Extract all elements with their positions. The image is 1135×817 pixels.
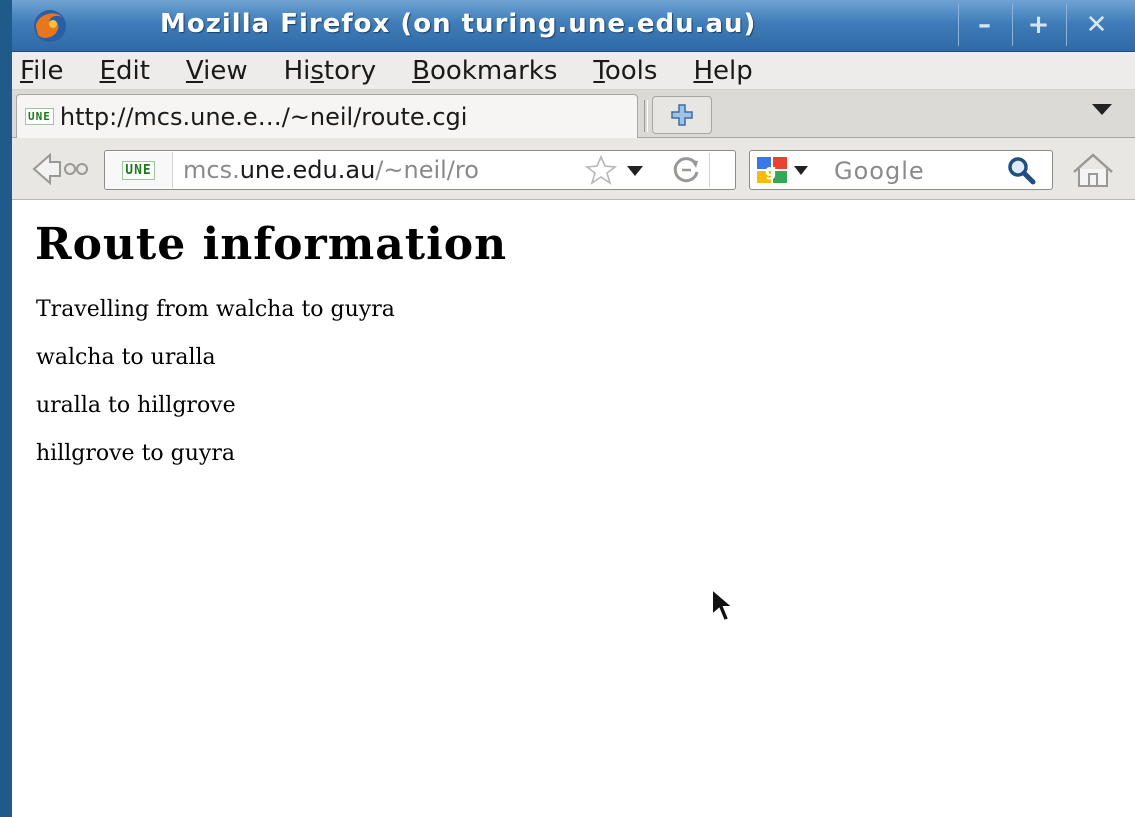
title-bar[interactable]: Mozilla Firefox (on turing.une.edu.au) –… — [0, 0, 1135, 52]
firefox-icon[interactable] — [30, 7, 70, 45]
tab-separator — [644, 100, 648, 132]
close-button[interactable]: ✕ — [1066, 4, 1126, 46]
browser-window: Mozilla Firefox (on turing.une.edu.au) –… — [0, 0, 1135, 817]
route-leg-line: walcha to uralla — [36, 345, 216, 370]
tab-bar: UNE http://mcs.une.e…/~neil/route.cgi — [12, 90, 1135, 138]
menu-label-rest: iew — [203, 55, 248, 86]
route-leg-line: uralla to hillgrove — [36, 393, 236, 418]
menu-tools[interactable]: Tools — [593, 56, 657, 86]
new-tab-button[interactable] — [652, 96, 712, 134]
google-engine-icon[interactable]: g — [756, 156, 790, 184]
tab-title: http://mcs.une.e…/~neil/route.cgi — [59, 102, 468, 131]
engine-dropdown-icon[interactable] — [794, 166, 808, 175]
menu-file[interactable]: File — [20, 56, 64, 86]
menu-mnemonic: s — [310, 55, 324, 86]
url-divider — [709, 153, 710, 187]
menu-label-rest: elp — [713, 55, 753, 86]
window-left-border — [0, 0, 12, 817]
menu-help[interactable]: Help — [693, 56, 752, 86]
search-input[interactable]: Google — [834, 157, 925, 185]
url-prefix: mcs. — [183, 156, 240, 184]
minimize-button[interactable]: – — [958, 4, 1010, 46]
navigation-toolbar: UNE mcs.une.edu.au/~neil/ro g Google — [12, 138, 1135, 200]
menu-mnemonic: T — [593, 55, 605, 86]
menu-mnemonic: B — [412, 55, 430, 86]
address-bar[interactable]: UNE mcs.une.edu.au/~neil/ro — [104, 150, 736, 190]
menu-view[interactable]: View — [186, 56, 248, 86]
home-icon[interactable] — [1068, 150, 1118, 190]
menu-label-pre: Hi — [283, 55, 311, 86]
route-leg-line: hillgrove to guyra — [36, 441, 235, 466]
url-host: une.edu.au — [239, 156, 376, 184]
search-bar[interactable]: g Google — [749, 150, 1053, 190]
url-input[interactable]: mcs.une.edu.au/~neil/ro — [183, 156, 583, 184]
reload-icon[interactable] — [671, 155, 701, 185]
menu-label-rest: tory — [323, 55, 377, 86]
url-path: /~neil/ro — [375, 156, 479, 184]
menu-mnemonic: F — [20, 55, 34, 86]
menu-label-rest: ookmarks — [429, 55, 558, 86]
menu-bar: File Edit View History Bookmarks Tools H… — [12, 52, 1135, 90]
site-identity-button[interactable]: UNE — [105, 152, 173, 188]
bookmark-star-icon[interactable] — [585, 155, 617, 185]
site-identity-badge: UNE — [122, 160, 155, 180]
tab-active[interactable]: UNE http://mcs.une.e…/~neil/route.cgi — [16, 94, 638, 138]
tab-favicon: UNE — [25, 108, 54, 125]
mouse-pointer-icon — [711, 587, 736, 623]
menu-mnemonic: V — [185, 55, 204, 86]
menu-mnemonic: E — [99, 55, 116, 86]
route-summary-line: Travelling from walcha to guyra — [36, 297, 395, 322]
page-content: Route information Travelling from walcha… — [12, 201, 1135, 817]
menu-label-rest: ools — [604, 55, 658, 86]
svg-text:g: g — [765, 161, 776, 180]
menu-mnemonic: H — [693, 55, 714, 86]
menu-edit[interactable]: Edit — [100, 56, 150, 86]
plus-icon — [671, 104, 693, 126]
maximize-button[interactable]: + — [1012, 4, 1064, 46]
window-title: Mozilla Firefox (on turing.une.edu.au) — [160, 9, 757, 39]
menu-bookmarks[interactable]: Bookmarks — [412, 56, 557, 86]
history-dropdown-icon[interactable] — [627, 166, 643, 176]
back-arrow-icon[interactable] — [30, 150, 90, 188]
menu-history[interactable]: History — [284, 56, 377, 86]
search-magnifier-icon[interactable] — [1006, 155, 1036, 185]
chevron-down-icon[interactable] — [1092, 104, 1112, 115]
page-heading: Route information — [35, 219, 508, 270]
menu-label-rest: ile — [33, 55, 64, 86]
menu-label-rest: dit — [115, 55, 150, 86]
